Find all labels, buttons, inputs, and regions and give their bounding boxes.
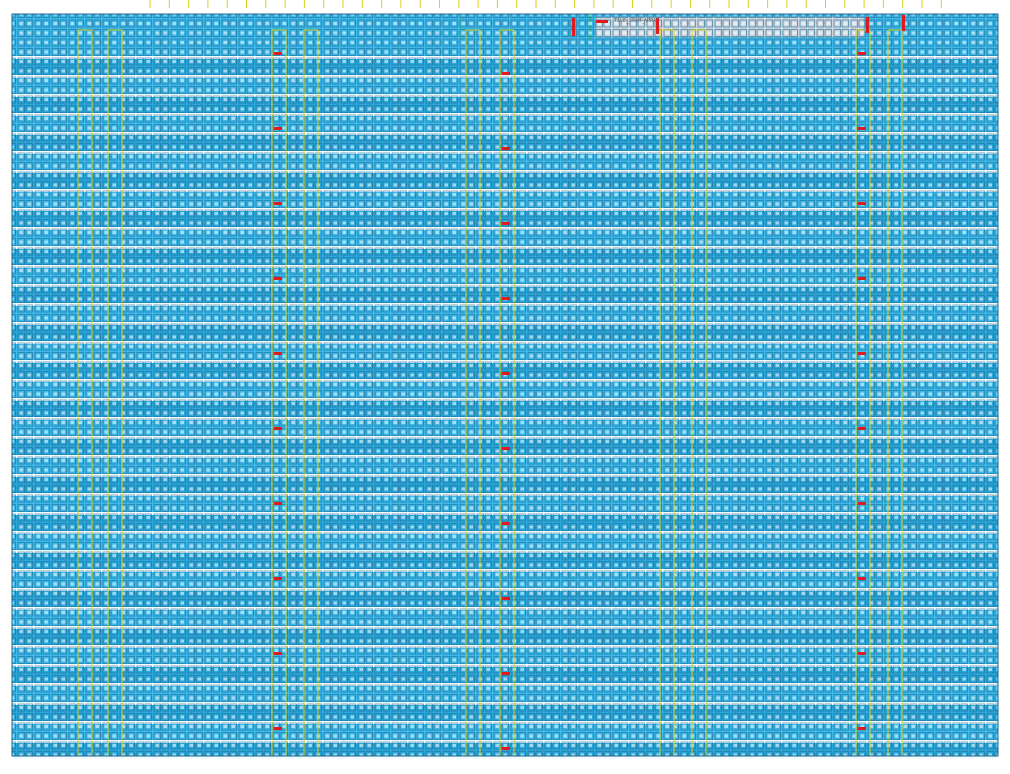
red-via-icon [274,277,282,280]
red-via-icon [858,352,866,355]
red-via-icon [502,372,510,375]
red-via-icon [274,352,282,355]
red-via-icon [866,17,869,33]
layout-canvas: TILE_SRAM_ARRAY [0,0,1010,774]
red-via-icon [274,202,282,205]
red-via-icon [572,18,575,36]
layout-drawing [0,0,1010,774]
red-via-icon [596,20,608,23]
red-via-icon [274,727,282,730]
cell-grid [12,14,998,756]
red-via-icon [502,747,510,750]
red-via-icon [502,222,510,225]
header-label: TILE_SRAM_ARRAY [614,18,660,24]
red-via-icon [274,427,282,430]
red-via-icon [858,52,866,55]
red-via-icon [274,502,282,505]
red-via-icon [858,727,866,730]
red-via-icon [858,277,866,280]
red-via-icon [274,652,282,655]
red-via-icon [502,672,510,675]
red-via-icon [502,72,510,75]
red-via-icon [274,127,282,130]
red-via-icon [502,522,510,525]
red-via-icon [902,15,905,31]
red-via-icon [858,127,866,130]
red-via-icon [858,652,866,655]
red-via-icon [502,147,510,150]
red-via-icon [858,577,866,580]
red-via-icon [274,577,282,580]
red-via-icon [858,427,866,430]
red-via-icon [274,52,282,55]
red-via-icon [858,202,866,205]
red-via-icon [502,447,510,450]
red-via-icon [858,502,866,505]
red-via-icon [502,297,510,300]
red-via-icon [502,597,510,600]
